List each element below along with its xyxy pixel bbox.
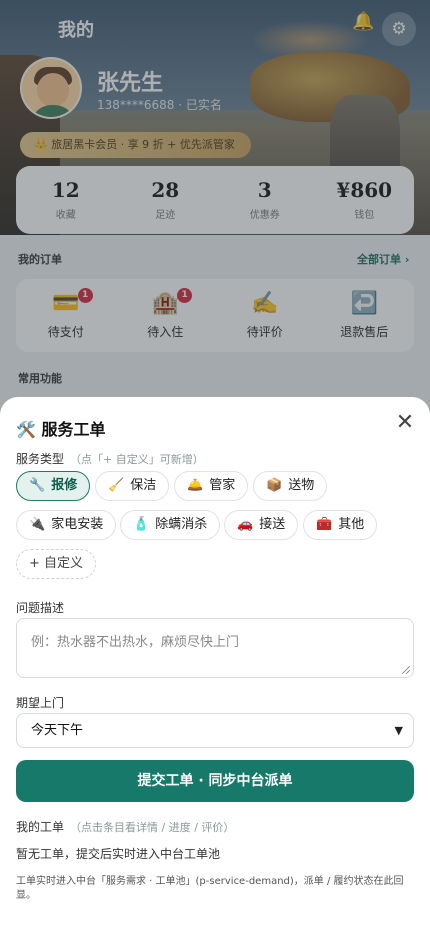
chip-label: 家电安装 — [51, 517, 104, 532]
chip-label: 除螨消杀 — [155, 517, 208, 532]
description-placeholder: 例：热水器不出热水，麻烦尽快上门 — [31, 635, 240, 650]
chip-label: 保洁 — [130, 478, 157, 493]
lotion-icon: 🧴 — [133, 517, 150, 532]
footnote: 工单实时进入中台「服务需求 · 工单池」(p-service-demand)，派… — [16, 876, 404, 901]
chip-disinfection[interactable]: 🧴 除螨消杀 — [120, 510, 221, 540]
chip-label: 接送 — [259, 517, 286, 532]
service-type-hint: （点「+ 自定义」可新增） — [70, 453, 204, 466]
select-value: 今天下午 — [31, 723, 84, 738]
chip-repair[interactable]: 🔧 报修 — [16, 471, 91, 501]
service-type-label: 服务类型 （点「+ 自定义」可新增） — [16, 450, 204, 467]
empty-tickets-text: 暂无工单，提交后实时进入中台工单池 — [16, 847, 221, 861]
toolbox-icon: 🧰 — [316, 517, 333, 532]
chip-add-custom[interactable]: + 自定义 — [16, 549, 97, 579]
car-icon: 🚗 — [237, 517, 254, 532]
chevron-down-icon: ▼ — [394, 724, 403, 737]
chip-transfer[interactable]: 🚗 接送 — [224, 510, 299, 540]
desc-label: 问题描述 — [16, 601, 65, 615]
sheet-title: 🛠️ 服务工单 — [16, 420, 106, 439]
package-icon: 📦 — [266, 478, 283, 493]
service-type-text: 服务类型 — [16, 452, 65, 466]
chip-other[interactable]: 🧰 其他 — [303, 510, 378, 540]
visit-time-select[interactable]: 今天下午 ▼ — [16, 713, 414, 748]
resize-handle[interactable] — [402, 666, 410, 674]
plug-icon: 🔌 — [29, 517, 46, 532]
chip-delivery[interactable]: 📦 送物 — [253, 471, 328, 501]
chip-cleaning[interactable]: 🧹 保洁 — [95, 471, 170, 501]
chip-label: 送物 — [288, 478, 315, 493]
chip-label: 管家 — [209, 478, 236, 493]
description-textarea[interactable]: 例：热水器不出热水，麻烦尽快上门 — [16, 618, 414, 678]
time-label: 期望上门 — [16, 696, 65, 710]
my-tickets-label: 我的工单 （点击条目看详情 / 进度 / 评价） — [16, 818, 234, 835]
bellhop-icon: 🛎️ — [187, 478, 204, 493]
my-tickets-text: 我的工单 — [16, 820, 65, 834]
wrench-icon: 🔧 — [29, 478, 46, 493]
chip-appliance-install[interactable]: 🔌 家电安装 — [16, 510, 117, 540]
broom-icon: 🧹 — [108, 478, 125, 493]
chip-butler[interactable]: 🛎️ 管家 — [174, 471, 249, 501]
my-tickets-hint: （点击条目看详情 / 进度 / 评价） — [70, 821, 235, 834]
chip-label: 其他 — [338, 517, 365, 532]
submit-ticket-button[interactable]: 提交工单 · 同步中台派单 — [16, 760, 414, 802]
chip-label: 报修 — [51, 478, 78, 493]
close-icon[interactable]: ✕ — [395, 412, 415, 436]
service-ticket-sheet: 🛠️ 服务工单 ✕ 服务类型 （点「+ 自定义」可新增） 🔧 报修 🧹 保洁 🛎️ 管家… — [0, 397, 430, 932]
